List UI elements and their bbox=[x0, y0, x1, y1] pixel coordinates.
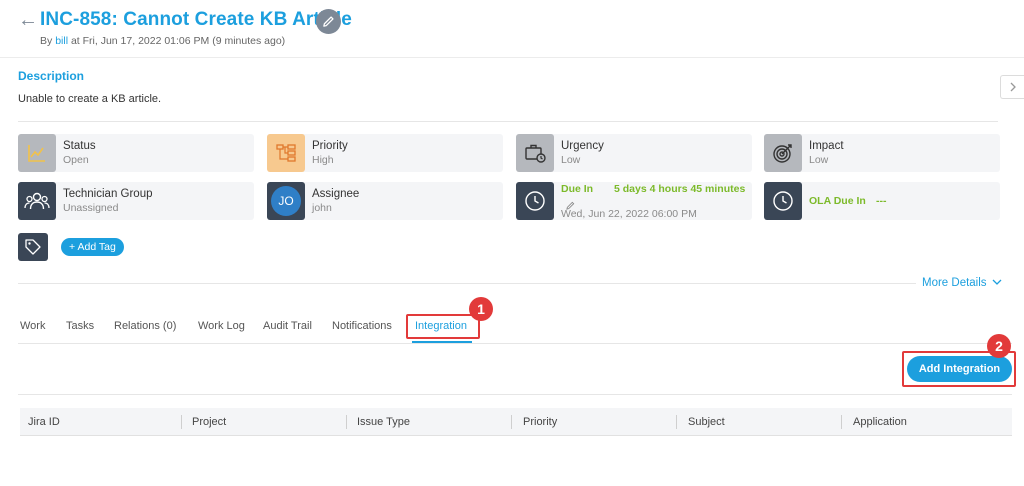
status-label: Status bbox=[63, 140, 96, 152]
more-details-link[interactable]: More Details bbox=[922, 277, 1002, 289]
tab-work[interactable]: Work bbox=[20, 320, 45, 332]
assignee-card[interactable]: JO Assignee john bbox=[267, 182, 503, 220]
briefcase-clock-icon bbox=[516, 134, 554, 172]
tag-icon bbox=[25, 239, 41, 255]
column-separator bbox=[676, 415, 677, 429]
due-in-label: Due In bbox=[561, 183, 594, 195]
impact-card[interactable]: Impact Low bbox=[764, 134, 1000, 172]
pencil-icon bbox=[323, 16, 334, 27]
assignee-avatar-wrap: JO bbox=[267, 182, 305, 220]
column-separator bbox=[181, 415, 182, 429]
add-integration-button[interactable]: Add Integration bbox=[907, 356, 1012, 382]
clock-icon bbox=[516, 182, 554, 220]
column-separator bbox=[346, 415, 347, 429]
tab-audit-trail[interactable]: Audit Trail bbox=[263, 320, 312, 332]
callout-badge-1: 1 bbox=[469, 297, 493, 321]
byline-suffix: at Fri, Jun 17, 2022 01:06 PM (9 minutes… bbox=[70, 35, 286, 47]
tab-notifications[interactable]: Notifications bbox=[332, 320, 392, 332]
due-in-card[interactable]: Due In 5 days 4 hours 45 minutes Wed, Ju… bbox=[516, 182, 752, 220]
integration-table-header: Jira ID Project Issue Type Priority Subj… bbox=[20, 408, 1012, 436]
due-in-value: 5 days 4 hours 45 minutes bbox=[614, 183, 746, 195]
chart-line-icon bbox=[18, 134, 56, 172]
tab-tasks[interactable]: Tasks bbox=[66, 320, 94, 332]
divider bbox=[18, 283, 916, 284]
users-icon bbox=[18, 182, 56, 220]
clock-icon bbox=[764, 182, 802, 220]
add-tag-button[interactable]: + Add Tag bbox=[61, 238, 124, 256]
edit-title-button[interactable] bbox=[316, 9, 341, 34]
divider bbox=[18, 121, 998, 122]
tab-relations[interactable]: Relations (0) bbox=[114, 320, 176, 332]
tab-integration[interactable]: Integration bbox=[415, 320, 467, 332]
urgency-label: Urgency bbox=[561, 140, 604, 152]
assignee-value: john bbox=[312, 202, 332, 214]
tab-work-log[interactable]: Work Log bbox=[198, 320, 245, 332]
ola-due-in-label: OLA Due In bbox=[809, 195, 866, 207]
ola-due-in-card[interactable]: OLA Due In --- bbox=[764, 182, 1000, 220]
page-header: ← INC-858: Cannot Create KB Article By b… bbox=[0, 0, 1024, 58]
chevron-down-icon bbox=[992, 279, 1002, 285]
status-card[interactable]: Status Open bbox=[18, 134, 254, 172]
more-details-label: More Details bbox=[922, 277, 987, 289]
technician-group-label: Technician Group bbox=[63, 188, 153, 200]
avatar-initials: JO bbox=[278, 194, 294, 208]
avatar: JO bbox=[271, 186, 301, 216]
column-header-issue-type[interactable]: Issue Type bbox=[357, 416, 410, 428]
byline: By bill at Fri, Jun 17, 2022 01:06 PM (9… bbox=[40, 35, 285, 47]
byline-user[interactable]: bill bbox=[55, 35, 68, 47]
divider bbox=[18, 394, 1012, 395]
chevron-right-icon bbox=[1010, 82, 1016, 92]
urgency-card[interactable]: Urgency Low bbox=[516, 134, 752, 172]
priority-value: High bbox=[312, 154, 334, 166]
due-in-date: Wed, Jun 22, 2022 06:00 PM bbox=[561, 208, 697, 220]
page-title: INC-858: Cannot Create KB Article bbox=[40, 9, 352, 30]
ola-due-in-value: --- bbox=[876, 195, 887, 207]
technician-group-card[interactable]: Technician Group Unassigned bbox=[18, 182, 254, 220]
description-label: Description bbox=[18, 69, 85, 83]
column-header-jira-id[interactable]: Jira ID bbox=[28, 416, 60, 428]
technician-group-value: Unassigned bbox=[63, 202, 119, 214]
column-header-application[interactable]: Application bbox=[853, 416, 907, 428]
status-value: Open bbox=[63, 154, 89, 166]
side-panel-toggle[interactable] bbox=[1000, 75, 1024, 99]
priority-card[interactable]: Priority High bbox=[267, 134, 503, 172]
description-text: Unable to create a KB article. bbox=[18, 93, 162, 105]
urgency-value: Low bbox=[561, 154, 581, 166]
assignee-label: Assignee bbox=[312, 188, 360, 200]
target-icon bbox=[764, 134, 802, 172]
tag-button[interactable] bbox=[18, 233, 48, 261]
byline-prefix: By bbox=[40, 35, 53, 47]
callout-badge-2: 2 bbox=[987, 334, 1011, 358]
impact-label: Impact bbox=[809, 140, 844, 152]
priority-flow-icon bbox=[267, 134, 305, 172]
divider bbox=[18, 343, 1012, 344]
column-header-project[interactable]: Project bbox=[192, 416, 226, 428]
back-arrow-icon[interactable]: ← bbox=[18, 10, 38, 30]
column-separator bbox=[511, 415, 512, 429]
column-separator bbox=[841, 415, 842, 429]
priority-label: Priority bbox=[312, 140, 348, 152]
column-header-priority[interactable]: Priority bbox=[523, 416, 557, 428]
impact-value: Low bbox=[809, 154, 829, 166]
column-header-subject[interactable]: Subject bbox=[688, 416, 725, 428]
